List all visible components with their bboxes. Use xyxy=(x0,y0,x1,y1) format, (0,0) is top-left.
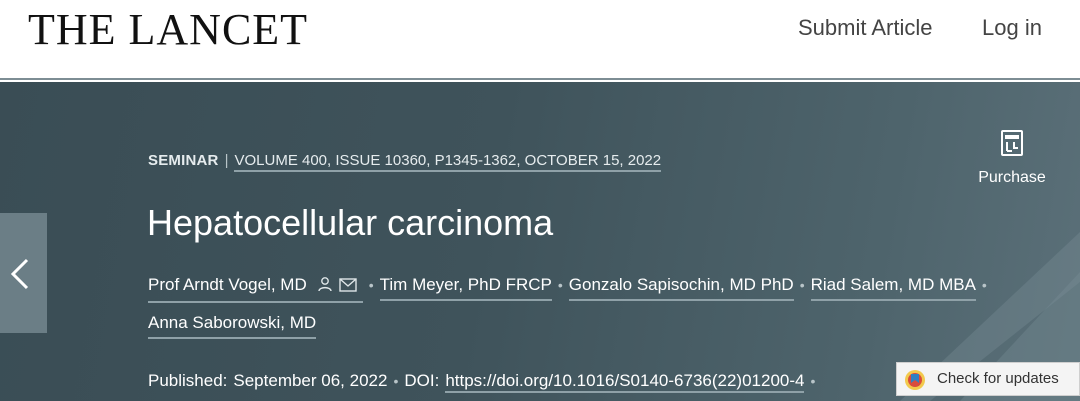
author-link[interactable]: Riad Salem, MD MBA xyxy=(810,272,976,301)
author-separator: • xyxy=(557,277,563,293)
published-date: September 06, 2022 xyxy=(233,371,388,390)
article-meta: SEMINAR | VOLUME 400, ISSUE 10360, P1345-1… xyxy=(148,150,662,172)
author-separator: • xyxy=(368,277,374,293)
lancet-logo[interactable]: THE LANCET xyxy=(28,6,308,54)
crossmark-icon xyxy=(905,370,925,390)
publication-info: Published: September 06, 2022 • DOI: https:/… xyxy=(148,368,821,394)
pub-separator: • xyxy=(393,373,399,389)
doi-label: DOI: xyxy=(404,371,440,390)
author-name: Prof Arndt Vogel, MD xyxy=(148,275,307,294)
volume-issue-link[interactable]: VOLUME 400, ISSUE 10360, P1345-1362, OCT… xyxy=(234,152,662,172)
chevron-left-icon xyxy=(10,258,29,290)
person-icon[interactable] xyxy=(317,276,333,292)
meta-separator: | xyxy=(224,152,229,169)
author-link[interactable]: Gonzalo Sapisochin, MD PhD xyxy=(568,272,794,301)
author-separator: • xyxy=(981,277,987,293)
article-hero: SEMINAR | VOLUME 400, ISSUE 10360, P1345-1… xyxy=(0,82,1080,401)
check-updates-label: Check for updates xyxy=(937,370,1059,387)
header-divider xyxy=(0,78,1080,80)
submit-article-link[interactable]: Submit Article xyxy=(798,14,933,42)
login-link[interactable]: Log in xyxy=(982,14,1042,42)
doi-link[interactable]: https://doi.org/10.1016/S0140-6736(22)01… xyxy=(445,371,805,393)
article-type: SEMINAR xyxy=(148,152,219,169)
author-list: Prof Arndt Vogel, MD • Tim Meyer, PhD FRC… xyxy=(148,272,1048,303)
purchase-button[interactable]: Purchase xyxy=(974,130,1050,200)
email-icon[interactable] xyxy=(339,278,357,292)
author-link[interactable]: Anna Saborowski, MD xyxy=(148,310,317,339)
pub-separator: • xyxy=(810,373,816,389)
site-header: THE LANCET Submit Article Log in xyxy=(0,0,1080,78)
check-for-updates-button[interactable]: Check for updates xyxy=(896,362,1080,396)
previous-article-button[interactable] xyxy=(0,213,47,333)
article-title: Hepatocellular carcinoma xyxy=(147,202,554,243)
author-list-row-2: Anna Saborowski, MD xyxy=(148,310,317,339)
author-link[interactable]: Prof Arndt Vogel, MD xyxy=(148,272,363,303)
pdf-icon xyxy=(1001,130,1023,156)
purchase-label: Purchase xyxy=(978,169,1046,186)
published-label: Published: xyxy=(148,371,228,390)
author-link[interactable]: Tim Meyer, PhD FRCP xyxy=(379,272,552,301)
author-separator: • xyxy=(799,277,805,293)
